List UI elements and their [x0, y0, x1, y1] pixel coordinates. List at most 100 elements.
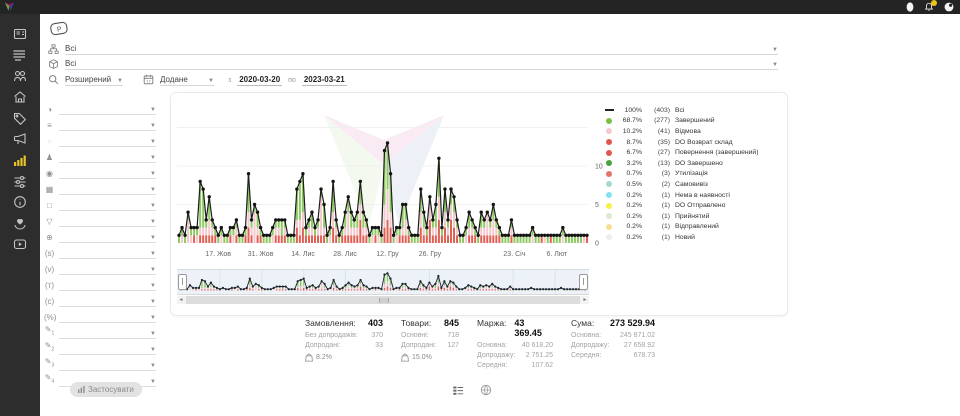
- filter-select[interactable]: ▼: [59, 107, 156, 115]
- sidebar-item-price-tags[interactable]: [0, 107, 40, 128]
- scroll-right-icon[interactable]: ►: [581, 296, 589, 304]
- legend-label: Відмова: [675, 128, 701, 135]
- legend-label: Нема в наявності: [675, 192, 730, 199]
- legend-item[interactable]: 6.7%(27)Повернення (завершений): [603, 147, 783, 158]
- svg-text:5: 5: [595, 202, 599, 209]
- filter-select[interactable]: ▼: [59, 219, 156, 227]
- product-filter-select[interactable]: Всі ▼: [65, 59, 778, 70]
- legend-item[interactable]: 0.7%(3)Утилізація: [603, 169, 783, 180]
- filter-select[interactable]: ▼: [59, 299, 156, 307]
- legend-item[interactable]: 0.2%(1)Прийнятий: [603, 211, 783, 222]
- sidebar-item-customers[interactable]: [0, 65, 40, 86]
- filter-row: ◑▼: [44, 99, 156, 115]
- customers-icon: [13, 69, 27, 83]
- product-filter-value: Всі: [65, 59, 76, 68]
- sidebar-item-support[interactable]: [0, 212, 40, 233]
- legend-item[interactable]: 68.7%(277)Завершений: [603, 116, 783, 127]
- filter-select[interactable]: ▼: [59, 331, 156, 339]
- orders-chart[interactable]: 051017. Жов31. Жов14. Лис28. Лис12. Гру2…: [177, 101, 621, 265]
- search-icon[interactable]: [48, 74, 59, 86]
- chevron-down-icon: ▼: [150, 347, 156, 353]
- legend-item[interactable]: 100%(403)Всі: [603, 105, 783, 116]
- filter-select[interactable]: ▼: [59, 187, 156, 195]
- legend-label: DO Возврат склад: [675, 139, 733, 146]
- filter-select[interactable]: ▼: [59, 139, 156, 147]
- avatar-icon[interactable]: [906, 2, 914, 12]
- legend-item[interactable]: 0.2%(1)Новий: [603, 232, 783, 243]
- legend-item[interactable]: 0.2%(1)Нема в наявності: [603, 190, 783, 201]
- navigator-left-handle[interactable]: [178, 274, 187, 290]
- filter-select[interactable]: ▼: [59, 267, 156, 275]
- stat-sub-value: 718: [447, 331, 459, 341]
- legend-item[interactable]: 3.2%(13)DO Завершено: [603, 158, 783, 169]
- chevron-down-icon: ▼: [150, 251, 156, 257]
- filter-select[interactable]: ▼: [59, 171, 156, 179]
- chevron-down-icon: ▼: [150, 379, 156, 385]
- sidebar-item-statistics[interactable]: [0, 149, 40, 170]
- svg-text:28. Лис: 28. Лис: [333, 251, 357, 258]
- chart-navigator[interactable]: [177, 269, 589, 295]
- svg-text:12. Гру: 12. Гру: [376, 251, 399, 258]
- legend-item[interactable]: 0.5%(2)Самовивіз: [603, 179, 783, 190]
- date-field-select[interactable]: Додане ▼: [160, 75, 214, 86]
- mini-bars-icon: [78, 386, 85, 393]
- list-view-icon[interactable]: [452, 385, 464, 396]
- filter-select[interactable]: ▼: [59, 203, 156, 211]
- legend-item[interactable]: 0.2%(1)Відправлений: [603, 222, 783, 233]
- search-mode-select[interactable]: Розширений ▼: [65, 75, 123, 86]
- filter-select[interactable]: ▼: [59, 347, 156, 355]
- scrollbar-thumb[interactable]: [186, 296, 580, 304]
- circle-outline-icon: ○: [44, 137, 55, 147]
- filter-row: ≡▼: [44, 115, 156, 131]
- date-from-input[interactable]: 2020-03-20: [237, 75, 282, 86]
- support-heart-icon: [13, 216, 27, 230]
- legend-item[interactable]: 0.2%(1)DO Отправлено: [603, 200, 783, 211]
- stat-value: 845: [444, 318, 459, 328]
- chart-scrollbar[interactable]: ◄ ►: [177, 296, 589, 304]
- globe-icon: ⊕: [44, 233, 55, 243]
- filter-row: ○▼: [44, 131, 156, 147]
- stat-sub-value: 370: [371, 331, 383, 341]
- filter-panel: ◑▼≡▼○▼♟▼◉▼▦▼□▼▽▼⊕▼(s)▼(v)▼(т)▼(c)▼(%)▼✎1…: [44, 99, 156, 387]
- chevron-down-icon: ▼: [208, 78, 214, 84]
- filter-select[interactable]: ▼: [59, 251, 156, 259]
- sidebar-item-orders[interactable]: [0, 44, 40, 65]
- sidebar-item-marketing[interactable]: [0, 128, 40, 149]
- sidebar-item-store[interactable]: [0, 86, 40, 107]
- svg-text:10: 10: [595, 164, 603, 171]
- stat-sub-value: 27 658.92: [624, 341, 655, 351]
- stat-value: 43 369.45: [514, 318, 553, 338]
- tag-p-icon[interactable]: Р: [48, 20, 70, 37]
- filter-select[interactable]: ▼: [59, 363, 156, 371]
- legend-percent: 0.2%: [618, 202, 642, 209]
- sidebar-item-video-tutorials[interactable]: [0, 233, 40, 254]
- legend-dot-marker: [606, 192, 612, 198]
- legend-item[interactable]: 8.7%(35)DO Возврат склад: [603, 137, 783, 148]
- sidebar-item-settings[interactable]: [0, 170, 40, 191]
- stat-column: Маржа:43 369.45Основна:40 618.20Допродаж…: [477, 318, 553, 371]
- navigator-right-handle[interactable]: [579, 274, 588, 290]
- sidebar-item-dashboard[interactable]: [0, 23, 40, 44]
- user-circle-icon[interactable]: [944, 2, 954, 12]
- variable-c-icon: (c): [44, 297, 55, 307]
- calendar-icon: 17: [143, 74, 154, 86]
- chart-legend: 100%(403)Всі68.7%(277)Завершений10.2%(41…: [603, 105, 783, 243]
- filter-select[interactable]: ▼: [59, 235, 156, 243]
- filter-select[interactable]: ▼: [59, 155, 156, 163]
- legend-percent: 3.2%: [618, 160, 642, 167]
- notifications-bell-icon[interactable]: [924, 2, 934, 12]
- scroll-left-icon[interactable]: ◄: [177, 296, 185, 304]
- product-view-icon[interactable]: [480, 384, 492, 396]
- filter-select[interactable]: ▼: [59, 283, 156, 291]
- app-logo-icon[interactable]: [3, 1, 16, 13]
- sidebar-item-info[interactable]: [0, 191, 40, 212]
- legend-item[interactable]: 10.2%(41)Відмова: [603, 126, 783, 137]
- legend-count: (1): [646, 192, 670, 199]
- date-to-input[interactable]: 2023-03-21: [302, 75, 347, 86]
- filter-select[interactable]: ▼: [59, 315, 156, 323]
- apply-button-label: Застосувати: [88, 385, 134, 394]
- group-filter-select[interactable]: Всі ▼: [65, 44, 778, 55]
- filter-select[interactable]: ▼: [59, 123, 156, 131]
- legend-count: (41): [646, 128, 670, 135]
- apply-button[interactable]: Застосувати: [70, 382, 142, 397]
